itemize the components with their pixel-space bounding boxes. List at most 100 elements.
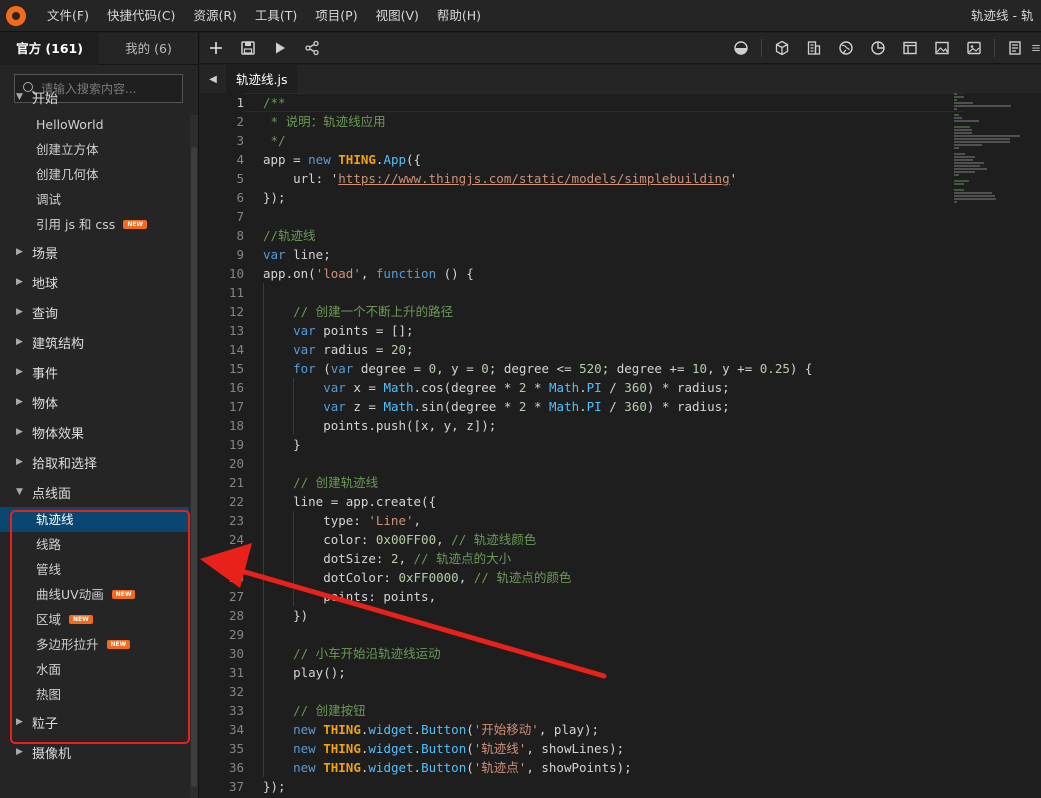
tree-item-create-geometry[interactable]: 创建几何体	[0, 162, 189, 187]
tree-category-label: 拾取和选择	[32, 456, 98, 472]
code-line[interactable]: line = app.create({	[263, 492, 953, 511]
building-icon	[807, 41, 821, 55]
code-line[interactable]: var x = Math.cos(degree * 2 * Math.PI / …	[263, 378, 953, 397]
sidebar-scrollbar-thumb[interactable]	[191, 147, 197, 787]
menu-file[interactable]: 文件(F)	[38, 0, 98, 32]
line-number: 5	[236, 171, 244, 186]
code-line[interactable]: points.push([x, y, z]);	[263, 416, 953, 435]
indent-guide	[263, 283, 264, 777]
line-number: 6	[236, 190, 244, 205]
code-line[interactable]: dotSize: 2, // 轨迹点的大小	[263, 549, 953, 568]
tab-scroll-left-icon[interactable]: ◀	[200, 65, 226, 93]
code-line[interactable]: app.on('load', function () {	[263, 264, 953, 283]
file-tab[interactable]: 轨迹线.js	[226, 65, 298, 93]
share-button[interactable]	[296, 33, 328, 64]
tree-category-point-line-surface[interactable]: ▼ 点线面	[0, 477, 189, 507]
line-number: 21	[228, 475, 244, 490]
code-line[interactable]: app = new THING.App({	[263, 150, 953, 169]
globe-button[interactable]	[830, 33, 862, 64]
tree-item-debug[interactable]: 调试	[0, 187, 189, 212]
code-editor[interactable]: 1 2 3 4 5 6 7 8 9 10 11 12 13 14 15 16 17 18 19 20 21 22 23 24 2…	[200, 93, 1041, 798]
code-line[interactable]: points: points,	[263, 587, 953, 606]
tree-category-query[interactable]: ▶ 查询	[0, 297, 189, 327]
line-number: 36	[228, 760, 244, 775]
tree-category-object-effects[interactable]: ▶ 物体效果	[0, 417, 189, 447]
code-line[interactable]: dotColor: 0xFF0000, // 轨迹点的颜色	[263, 568, 953, 587]
code-line[interactable]: // 创建轨迹线	[263, 473, 953, 492]
menu-tools[interactable]: 工具(T)	[246, 0, 306, 32]
code-line[interactable]: })	[263, 606, 953, 625]
code-line[interactable]: });	[263, 777, 953, 796]
image-button[interactable]	[926, 33, 958, 64]
code-line[interactable]: // 创建按钮	[263, 701, 953, 720]
tree-category-pick-select[interactable]: ▶ 拾取和选择	[0, 447, 189, 477]
code-line[interactable]: // 小车开始沿轨迹线运动	[263, 644, 953, 663]
doc-button[interactable]	[999, 33, 1031, 64]
tree-category-objects[interactable]: ▶ 物体	[0, 387, 189, 417]
code-line[interactable]	[263, 454, 953, 473]
tree-item-label: 调试	[36, 192, 62, 207]
panel-button[interactable]	[894, 33, 926, 64]
menu-project[interactable]: 项目(P)	[306, 0, 366, 32]
tree-item-include-js-css[interactable]: 引用 js 和 css NEW	[0, 212, 189, 237]
code-line[interactable]: new THING.widget.Button('轨迹点', showPoint…	[263, 758, 953, 777]
code-line[interactable]: * 说明：轨迹线应用	[263, 112, 953, 131]
code-line[interactable]: new THING.widget.Button('开始移动', play);	[263, 720, 953, 739]
code-line[interactable]: url: 'https://www.thingjs.com/static/mod…	[263, 169, 953, 188]
menu-view[interactable]: 视图(V)	[367, 0, 428, 32]
chart-button[interactable]	[862, 33, 894, 64]
code-line[interactable]: var points = [];	[263, 321, 953, 340]
code-minimap[interactable]	[954, 93, 1034, 233]
cube-button[interactable]	[766, 33, 798, 64]
tab-mine[interactable]: 我的 (6)	[99, 33, 198, 65]
minimap-line	[954, 105, 1011, 107]
tree-category-building[interactable]: ▶ 建筑结构	[0, 327, 189, 357]
menu-resources[interactable]: 资源(R)	[184, 0, 245, 32]
tree-category-label: 物体	[32, 396, 59, 412]
tree-category-events[interactable]: ▶ 事件	[0, 357, 189, 387]
tree-category-earth[interactable]: ▶ 地球	[0, 267, 189, 297]
code-line[interactable]: var z = Math.sin(degree * 2 * Math.PI / …	[263, 397, 953, 416]
code-line[interactable]: // 创建一个不断上升的路径	[263, 302, 953, 321]
code-line[interactable]	[263, 207, 953, 226]
building-button[interactable]	[798, 33, 830, 64]
menu-snippets[interactable]: 快捷代码(C)	[98, 0, 184, 32]
code-line[interactable]: }	[263, 435, 953, 454]
code-line[interactable]: var radius = 20;	[263, 340, 953, 359]
code-line[interactable]: });	[263, 188, 953, 207]
sky-button[interactable]	[725, 33, 757, 64]
save-button[interactable]	[232, 33, 264, 64]
code-line[interactable]: new THING.widget.Button('轨迹线', showLines…	[263, 739, 953, 758]
code-line[interactable]: color: 0x00FF00, // 轨迹线颜色	[263, 530, 953, 549]
code-line[interactable]	[263, 682, 953, 701]
tab-official[interactable]: 官方 (161)	[0, 33, 99, 65]
code-line[interactable]: play();	[263, 663, 953, 682]
line-number: 4	[236, 152, 244, 167]
line-number: 16	[228, 380, 244, 395]
tree-category-scene[interactable]: ▶ 场景	[0, 237, 189, 267]
tree-item-create-cube[interactable]: 创建立方体	[0, 137, 189, 162]
code-line[interactable]: for (var degree = 0, y = 0; degree <= 52…	[263, 359, 953, 378]
line-number: 34	[228, 722, 244, 737]
globe-icon	[839, 41, 853, 55]
picture-button[interactable]	[958, 33, 990, 64]
tree-item-helloworld[interactable]: HelloWorld	[0, 112, 189, 137]
code-line[interactable]: var line;	[263, 245, 953, 264]
code-line[interactable]: //轨迹线	[263, 226, 953, 245]
code-line[interactable]: /**	[263, 93, 953, 112]
tree-category-start[interactable]: ▼ 开始	[0, 82, 189, 112]
new-badge: NEW	[123, 220, 148, 229]
minimap-line	[954, 153, 965, 155]
tree-category-label: 开始	[32, 91, 59, 107]
line-number: 26	[228, 570, 244, 585]
code-line[interactable]: */	[263, 131, 953, 150]
code-line[interactable]: type: 'Line',	[263, 511, 953, 530]
list-button[interactable]	[1031, 33, 1041, 64]
code-line[interactable]	[263, 283, 953, 302]
menu-help[interactable]: 帮助(H)	[428, 0, 490, 32]
code-area[interactable]: /** * 说明：轨迹线应用 */app = new THING.App({ u…	[263, 93, 953, 796]
new-file-button[interactable]	[200, 33, 232, 64]
minimap-line	[954, 162, 984, 164]
code-line[interactable]	[263, 625, 953, 644]
run-button[interactable]	[264, 33, 296, 64]
